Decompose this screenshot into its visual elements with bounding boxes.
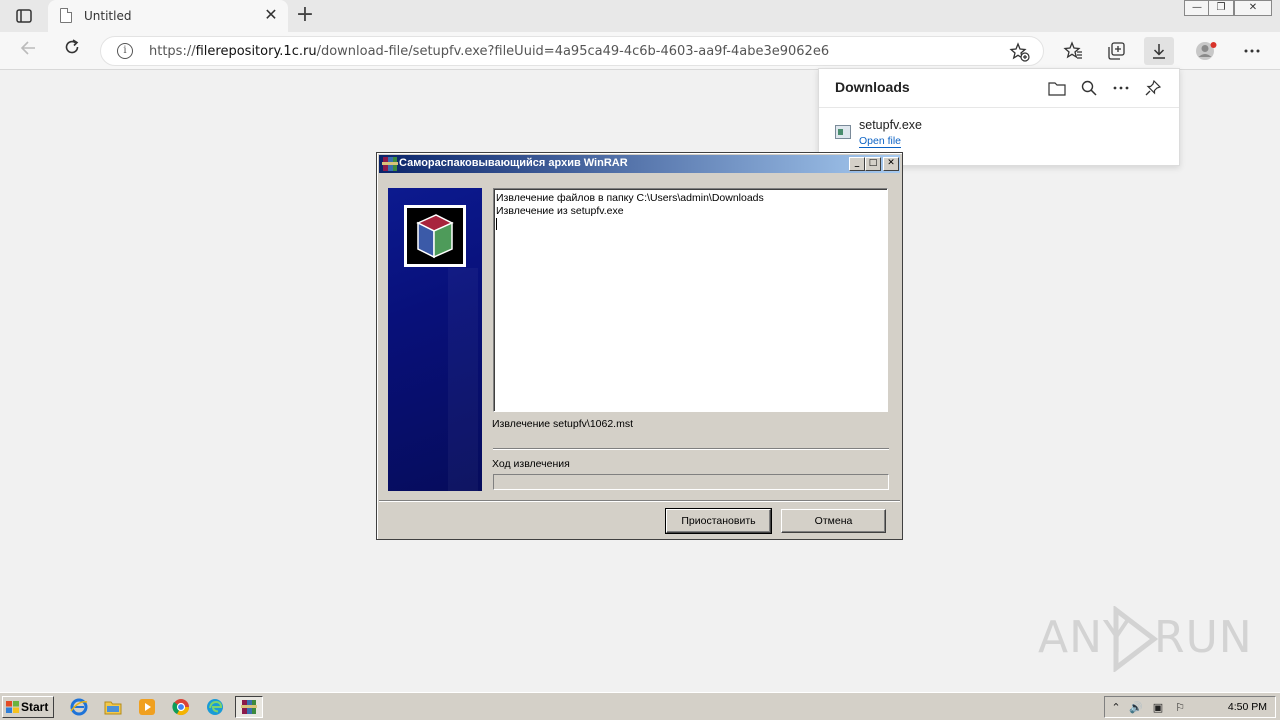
archive-logo [404,205,466,267]
text-caret [496,218,497,230]
log-line: Извлечение из setupfv.exe [496,205,624,217]
search-icon [1081,80,1097,96]
cancel-button[interactable]: Отмена [781,509,886,533]
open-file-link[interactable]: Open file [859,135,902,148]
profile-button[interactable] [1191,37,1221,65]
pin-icon [1145,80,1161,96]
winrar-icon [241,700,257,714]
downloads-divider [819,107,1179,108]
archive-box-icon [416,214,454,259]
extraction-progress-bar [493,474,889,490]
dialog-titlebar[interactable]: Самораспаковывающийся архив WinRAR _ □ ✕ [379,155,900,173]
play-logo-icon [1113,606,1158,672]
open-downloads-folder-button[interactable] [1045,77,1069,99]
tab-close-button[interactable]: ✕ [262,6,280,24]
back-button[interactable] [14,38,42,64]
downloads-button[interactable] [1144,37,1174,65]
refresh-icon [65,39,79,54]
back-arrow-icon [20,41,35,55]
start-button[interactable]: Start [2,696,54,718]
windows-flag-icon [6,701,19,713]
taskbar: Start ⌃ 🔊 ▣ ⚐ 4:50 PM [0,692,1280,720]
settings-more-button[interactable] [1237,37,1267,65]
window-minimize-button[interactable]: — [1184,0,1210,16]
watermark-text-right: RUN [1154,612,1253,663]
refresh-button[interactable] [58,38,86,64]
log-line: Извлечение файлов в папку C:\Users\admin… [496,192,764,204]
tab-strip: Untitled ✕ + — ❐ ✕ [0,0,1280,32]
url-domain: filerepository.1c.ru [195,44,317,59]
tab-actions-icon [16,9,32,23]
media-player-icon[interactable] [138,698,156,716]
volume-icon[interactable]: 🔊 [1129,701,1143,714]
download-file-name[interactable]: setupfv.exe [859,118,922,132]
progress-label: Ход извлечения [492,458,570,470]
dialog-divider [493,448,889,450]
tab-actions-button[interactable] [8,5,40,27]
page-icon [60,8,72,23]
more-icon [1113,86,1129,90]
winrar-icon [382,157,398,171]
download-icon [1153,44,1165,59]
search-downloads-button[interactable] [1077,77,1101,99]
window-close-button[interactable]: ✕ [1234,0,1272,16]
add-favorite-button[interactable] [1009,41,1031,63]
dialog-title: Самораспаковывающийся архив WinRAR [399,157,628,169]
dialog-close-button[interactable]: ✕ [883,157,899,171]
network-icon[interactable]: ▣ [1151,701,1165,714]
show-hidden-icons-icon[interactable]: ⌃ [1109,701,1123,714]
button-area-divider [379,500,900,502]
more-icon [1244,49,1260,53]
window-restore-button[interactable]: ❐ [1208,0,1234,16]
file-explorer-icon[interactable] [104,698,122,716]
winrar-sfx-dialog: Самораспаковывающийся архив WinRAR _ □ ✕… [376,152,903,540]
downloads-more-button[interactable] [1109,77,1133,99]
favorites-button[interactable] [1058,37,1088,65]
avatar-icon [1196,42,1217,60]
url-text[interactable]: https://filerepository.1c.ru/download-fi… [149,44,829,59]
new-tab-button[interactable]: + [294,4,316,26]
star-add-icon [1009,42,1030,62]
chrome-icon[interactable] [172,698,190,716]
folder-icon [1048,81,1066,96]
collections-icon [1108,42,1125,60]
edge-icon[interactable] [206,698,224,716]
current-file-status: Извлечение setupfv\1062.mst [492,418,634,430]
collections-button[interactable] [1101,37,1131,65]
dialog-maximize-button[interactable]: □ [865,157,881,171]
browser-tab[interactable]: Untitled ✕ [48,0,288,32]
action-center-flag-icon[interactable]: ⚐ [1173,701,1187,714]
banner-decoration [448,268,478,491]
system-tray: ⌃ 🔊 ▣ ⚐ 4:50 PM [1104,696,1276,718]
winrar-side-banner [388,188,482,491]
exe-file-icon [835,125,851,139]
tab-title: Untitled [84,9,132,23]
url-scheme: https:// [149,44,196,59]
pause-button[interactable]: Приостановить [665,508,772,534]
start-label: Start [21,700,49,714]
site-info-icon[interactable]: i [117,43,133,59]
favorites-icon [1063,41,1082,59]
url-path: /download-file/setupfv.exe?fileUuid=4a95… [316,44,830,59]
dialog-minimize-button[interactable]: _ [849,157,865,171]
anyrun-watermark: ANY RUN [1038,606,1252,676]
internet-explorer-icon[interactable] [70,698,88,716]
taskbar-winrar-button[interactable] [235,696,263,718]
pin-downloads-button[interactable] [1141,77,1165,99]
extraction-log[interactable]: Извлечение файлов в папку C:\Users\admin… [493,188,888,412]
address-bar[interactable]: i https://filerepository.1c.ru/download-… [100,36,1044,66]
clock[interactable]: 4:50 PM [1228,701,1267,713]
downloads-title: Downloads [835,79,910,95]
navigation-bar: i https://filerepository.1c.ru/download-… [0,32,1280,70]
